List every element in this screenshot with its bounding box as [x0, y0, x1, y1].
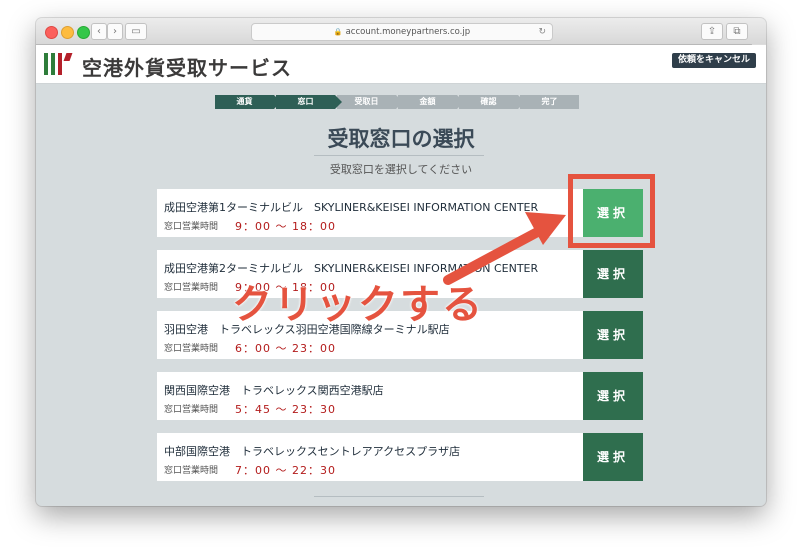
sidebar-toggle-button[interactable]: ▭	[125, 23, 147, 40]
window-name: 中部国際空港 トラベレックスセントレアアクセスプラザ店	[164, 445, 461, 458]
select-button[interactable]: 選択	[583, 311, 643, 359]
url-text: account.moneypartners.co.jp	[345, 27, 471, 37]
minimize-window-button[interactable]	[61, 26, 74, 39]
step-label: 金額	[419, 97, 436, 106]
address-bar[interactable]: 🔒 account.moneypartners.co.jp ↻	[251, 23, 553, 41]
browser-window: ‹ › ▭ 🔒 account.moneypartners.co.jp ↻ ⇪ ⧉…	[36, 18, 766, 506]
step-5: 確認	[459, 95, 525, 109]
step-label: 窓口	[297, 97, 314, 106]
step-arrow-icon	[518, 95, 525, 109]
zoom-window-button[interactable]	[77, 26, 90, 39]
lock-icon: 🔒	[333, 28, 343, 36]
business-hours: 6：00 〜 23：00	[235, 342, 336, 355]
business-hours: 7：00 〜 22：30	[235, 464, 336, 477]
step-label: 通貨	[236, 97, 253, 106]
business-hours: 5：45 〜 23：30	[235, 403, 336, 416]
hours-label: 窓口営業時間	[164, 405, 219, 415]
back-button[interactable]: ‹	[91, 23, 107, 40]
step-6: 完了	[520, 95, 579, 109]
step-label: 完了	[541, 97, 558, 106]
step-arrow-icon	[457, 95, 464, 109]
site-header: 空港外貨受取サービス 依頼をキャンセル	[36, 45, 766, 84]
select-button[interactable]: 選択	[583, 433, 643, 481]
window-card: 関西国際空港 トラベレックス関西空港駅店 窓口営業時間 5：45 〜 23：30 選択	[157, 372, 643, 420]
close-window-button[interactable]	[45, 26, 58, 39]
step-arrow-icon	[274, 95, 281, 109]
window-name: 成田空港第1ターミナルビル SKYLINER&KEISEI INFORMATIO…	[164, 201, 539, 214]
hours-label: 窓口営業時間	[164, 283, 219, 293]
window-card: 中部国際空港 トラベレックスセントレアアクセスプラザ店 窓口営業時間 7：00 〜 …	[157, 433, 643, 481]
click-callout-text: クリックする	[232, 282, 484, 328]
step-arrow-icon	[335, 95, 342, 109]
step-arrow-icon	[396, 95, 403, 109]
service-title: 空港外貨受取サービス	[82, 56, 292, 80]
step-2: 窓口	[276, 95, 342, 109]
window-name: 関西国際空港 トラベレックス関西空港駅店	[164, 384, 384, 397]
page-title: 受取窓口の選択	[327, 127, 475, 151]
step-4: 金額	[398, 95, 464, 109]
hours-label: 窓口営業時間	[164, 466, 219, 476]
share-button[interactable]: ⇪	[701, 23, 723, 40]
step-1: 通貨	[215, 95, 281, 109]
hours-label: 窓口営業時間	[164, 222, 219, 232]
divider	[314, 155, 484, 156]
select-button[interactable]: 選択	[583, 250, 643, 298]
step-3: 受取日	[337, 95, 403, 109]
select-button[interactable]: 選択	[583, 372, 643, 420]
business-hours: 9：00 〜 18：00	[235, 220, 336, 233]
page-subtitle: 受取窓口を選択してください	[329, 163, 473, 176]
tabs-overview-button[interactable]: ⧉	[726, 23, 748, 40]
highlight-box	[568, 174, 655, 248]
step-label: 確認	[480, 97, 497, 106]
hours-label: 窓口営業時間	[164, 344, 219, 354]
divider	[314, 496, 484, 497]
reload-icon[interactable]: ↻	[538, 24, 546, 40]
step-label: 受取日	[354, 97, 379, 106]
cancel-request-button[interactable]: 依頼をキャンセル	[672, 53, 756, 68]
browser-titlebar: ‹ › ▭ 🔒 account.moneypartners.co.jp ↻ ⇪ ⧉	[36, 18, 766, 45]
forward-button[interactable]: ›	[107, 23, 123, 40]
